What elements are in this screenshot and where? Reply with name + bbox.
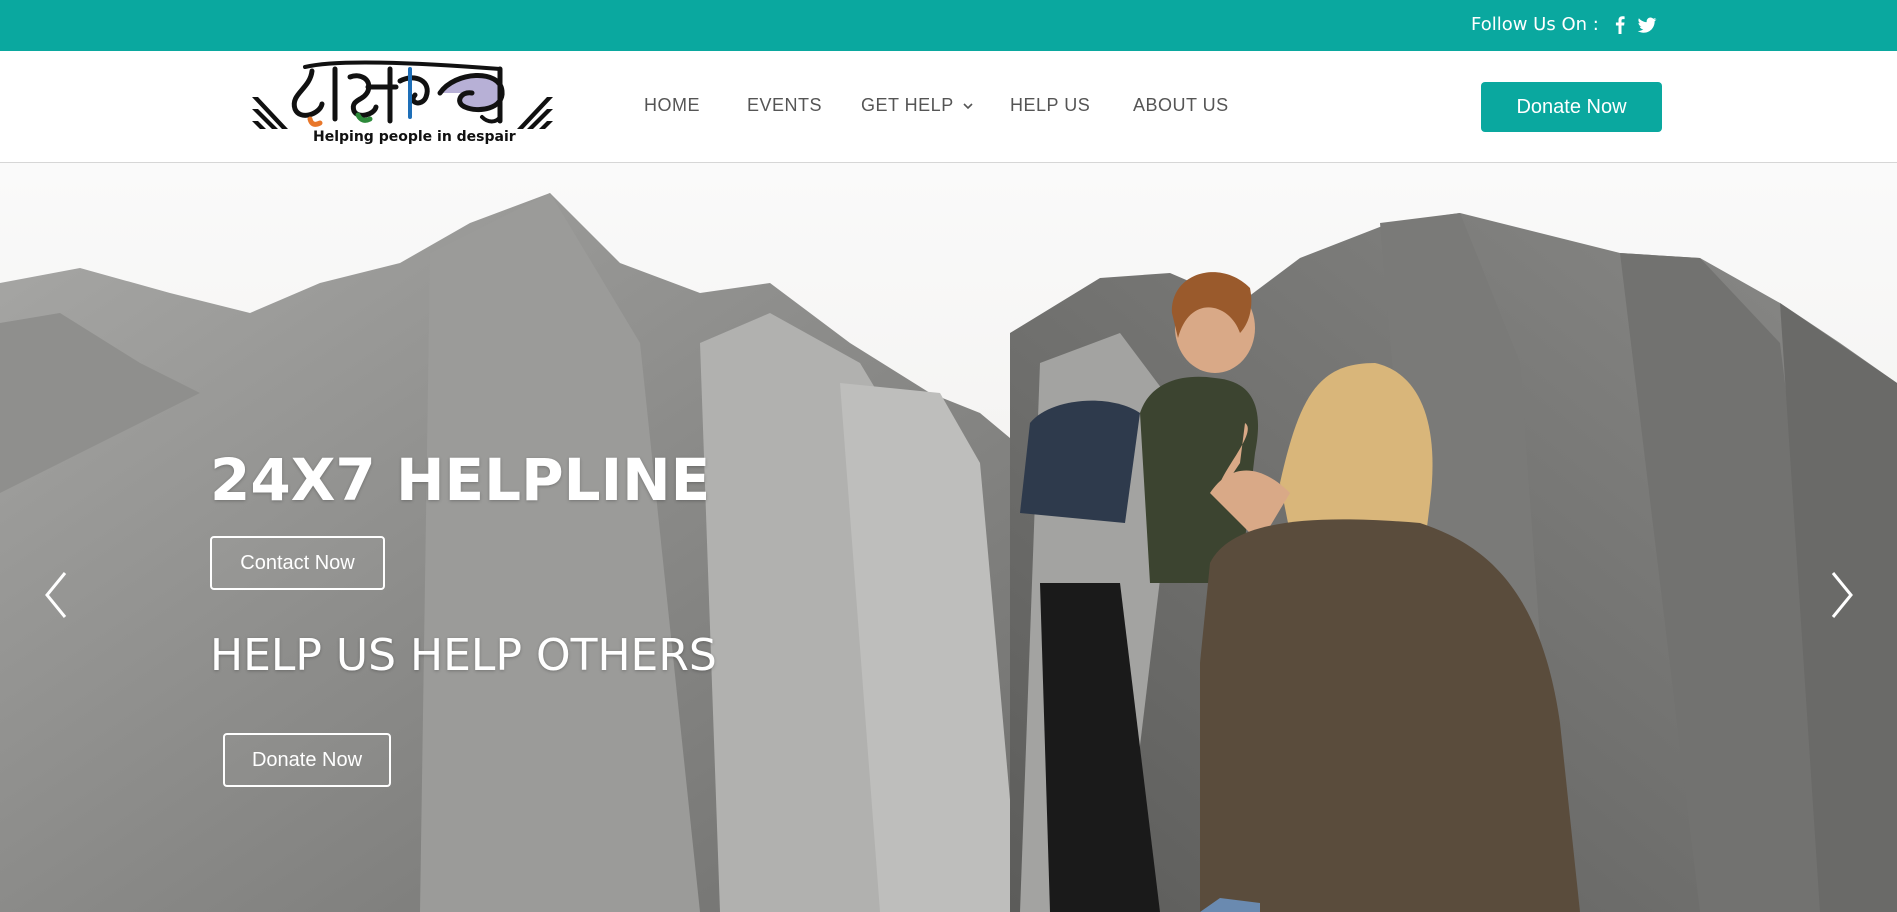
chevron-down-icon [963,103,973,110]
nav-get-help[interactable]: GET HELP [861,95,974,116]
facebook-icon[interactable] [1609,14,1631,36]
hero-title: 24X7 HELPLINE [210,446,711,514]
logo-left-stripes-icon [252,97,288,129]
logo-tagline: Helping people in despair [313,129,516,145]
top-bar: Follow Us On : [0,0,1897,52]
nav-about-us[interactable]: ABOUT US [1133,95,1229,116]
contact-now-button[interactable]: Contact Now [210,536,385,590]
nav-events[interactable]: EVENTS [747,95,822,116]
hero-donate-button[interactable]: Donate Now [223,733,391,787]
nav-home[interactable]: HOME [644,95,700,116]
chevron-right-icon[interactable] [1827,569,1857,621]
hero-subtitle: HELP US HELP OTHERS [210,630,717,681]
chevron-left-icon[interactable] [41,569,71,621]
site-logo[interactable]: Helping people in despair [250,59,555,151]
logo-right-stripes-icon [517,97,553,129]
twitter-icon[interactable] [1636,14,1658,36]
hero-carousel: 24X7 HELPLINE Contact Now HELP US HELP O… [0,163,1897,912]
nav-help-us[interactable]: HELP US [1010,95,1090,116]
logo-script-icon [291,60,505,127]
follow-us-text: Follow Us On : [1471,14,1599,35]
header-donate-button[interactable]: Donate Now [1481,82,1662,132]
nav-get-help-label: GET HELP [861,95,954,115]
